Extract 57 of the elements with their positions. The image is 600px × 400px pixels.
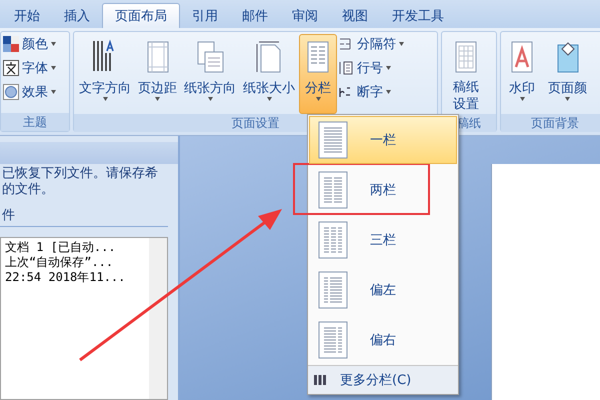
circle-icon bbox=[3, 84, 19, 100]
menu-item[interactable]: 一栏 bbox=[309, 116, 457, 164]
caret-icon bbox=[208, 97, 212, 101]
recovery-message: 已恢复下列文件。请保存希 的文件。 bbox=[1, 165, 159, 198]
caret-icon bbox=[102, 97, 108, 101]
caret-icon bbox=[51, 66, 56, 70]
ribbon-tab[interactable]: 视图 bbox=[330, 4, 380, 28]
caret-icon bbox=[399, 42, 404, 46]
column-layout-icon bbox=[316, 120, 350, 160]
caret-icon bbox=[51, 90, 56, 94]
group-label: 主题 bbox=[1, 113, 69, 131]
caret-icon bbox=[520, 97, 524, 101]
ribbon-tab[interactable]: 审阅 bbox=[280, 4, 330, 28]
caret-icon bbox=[386, 90, 391, 94]
scrollbar[interactable] bbox=[149, 238, 167, 399]
line-numbers-icon bbox=[338, 60, 354, 76]
column-layout-icon bbox=[316, 320, 350, 360]
menu-item[interactable]: 偏右 bbox=[309, 316, 457, 364]
ribbon-button[interactable]: 分栏 bbox=[299, 34, 337, 114]
theme-button[interactable]: 颜色 bbox=[3, 34, 58, 54]
ribbon-button[interactable]: 文字方向 bbox=[76, 34, 134, 114]
ribbon-tab[interactable]: 页面布局 bbox=[102, 3, 180, 28]
caret-icon bbox=[155, 97, 160, 101]
column-layout-icon bbox=[316, 220, 350, 260]
color-swatch-icon bbox=[3, 36, 19, 52]
columns-icon bbox=[314, 375, 326, 385]
ribbon-button[interactable]: 稿纸设置 bbox=[444, 34, 488, 114]
ribbon-tab[interactable]: 引用 bbox=[180, 4, 230, 28]
ribbon-tab[interactable]: 插入 bbox=[52, 4, 102, 28]
caret-icon bbox=[51, 42, 56, 46]
ribbon-button[interactable]: 断字 bbox=[338, 82, 406, 102]
group-label: 页面背景 bbox=[501, 114, 600, 132]
ribbon-tab[interactable]: 开始 bbox=[2, 4, 52, 28]
caret-icon bbox=[565, 97, 570, 101]
ribbon-tab[interactable]: 开发工具 bbox=[380, 4, 456, 28]
ribbon-button[interactable]: 行号 bbox=[338, 58, 406, 78]
menu-item[interactable]: 两栏 bbox=[309, 166, 457, 214]
ribbon-button[interactable]: 页面颜 bbox=[545, 34, 590, 114]
theme-button[interactable]: 字体 bbox=[3, 58, 58, 78]
caret-icon bbox=[316, 97, 320, 101]
menu-item[interactable]: 更多分栏(C) bbox=[308, 365, 458, 394]
caret-icon bbox=[386, 66, 391, 70]
file-entry[interactable]: 文档 1 [已自动... 上次“自动保存”... 22:54 2018年11... bbox=[1, 238, 149, 399]
ribbon-button[interactable]: 分隔符 bbox=[338, 34, 406, 54]
menu-item[interactable]: 偏左 bbox=[309, 266, 457, 314]
column-layout-icon bbox=[316, 270, 350, 310]
column-layout-icon bbox=[316, 170, 350, 210]
section-heading: 件 bbox=[0, 198, 168, 227]
caret-icon bbox=[266, 97, 272, 101]
theme-button[interactable]: 效果 bbox=[3, 82, 58, 102]
ribbon-button[interactable]: 纸张方向 bbox=[181, 34, 239, 114]
ribbon-button[interactable]: 纸张大小 bbox=[240, 34, 298, 114]
ribbon-button[interactable]: 页边距 bbox=[135, 34, 180, 114]
ribbon-tab[interactable]: 邮件 bbox=[230, 4, 280, 28]
ribbon-button[interactable]: 水印 bbox=[503, 34, 541, 114]
character-icon bbox=[3, 60, 19, 76]
menu-item[interactable]: 三栏 bbox=[309, 216, 457, 264]
